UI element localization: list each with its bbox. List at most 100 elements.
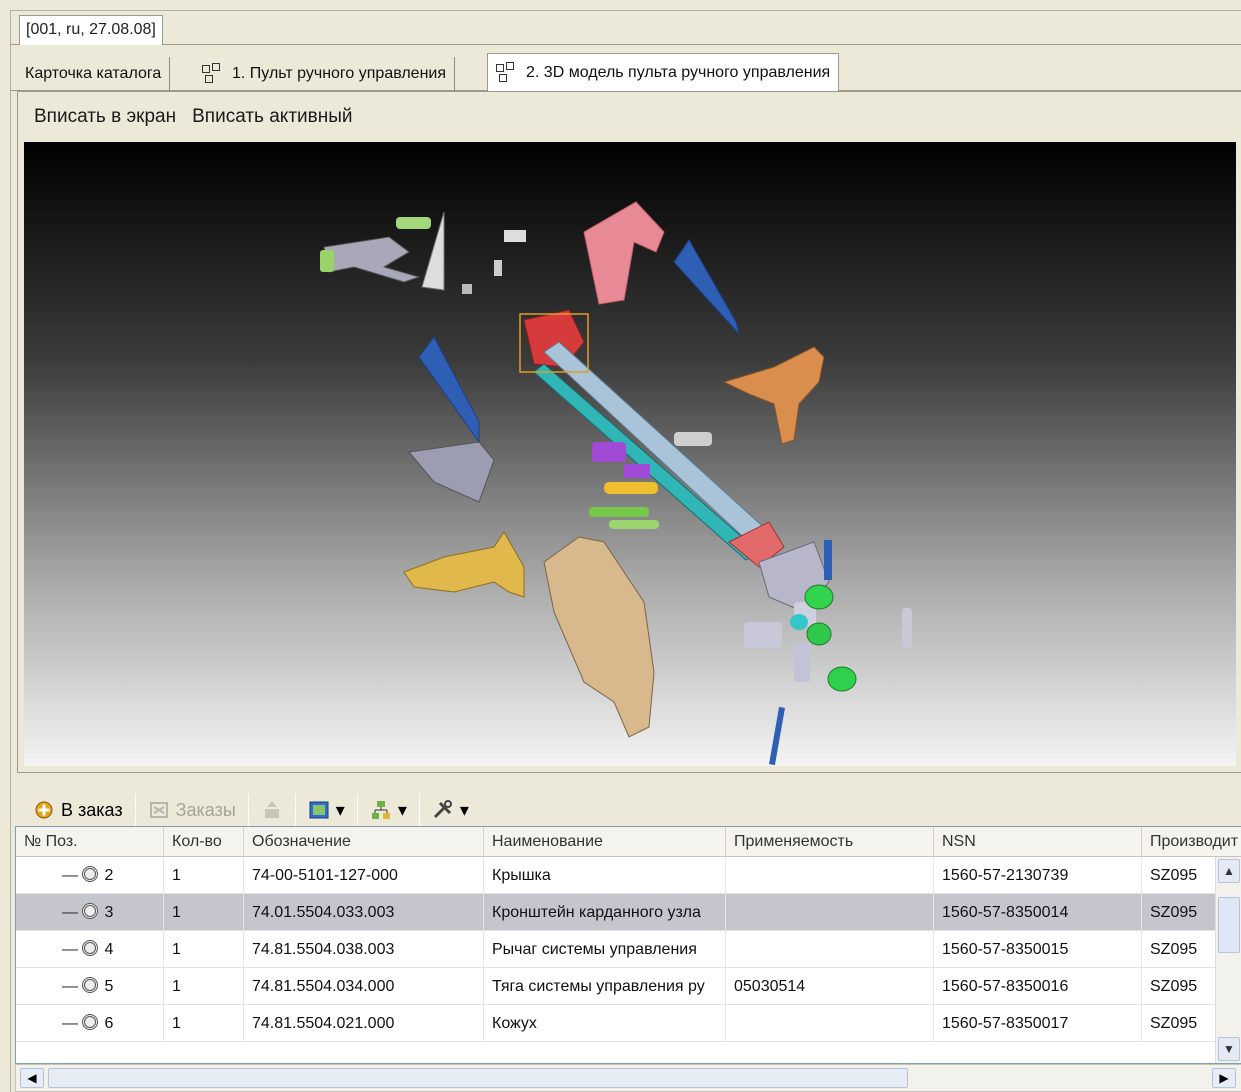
horizontal-scrollbar[interactable]: ◀ ▶ xyxy=(15,1064,1241,1092)
model-part xyxy=(824,540,832,580)
tree-connector: — xyxy=(62,1015,83,1032)
tree-up-icon xyxy=(264,801,279,818)
model-part xyxy=(408,441,495,503)
name-cell: Кронштейн карданного узла xyxy=(484,894,726,931)
nsn-cell: 1560-57-8350016 xyxy=(934,968,1142,1005)
nsn-cell: 1560-57-2130739 xyxy=(934,857,1142,894)
tools-dropdown-button[interactable]: ▾ xyxy=(426,793,475,827)
applicability-cell xyxy=(726,894,934,931)
tab-label: 2. 3D модель пульта ручного управления xyxy=(526,63,831,81)
scroll-up-button[interactable]: ▲ xyxy=(1218,859,1240,883)
add-to-order-button[interactable]: В заказ xyxy=(27,793,129,827)
manufacturer-cell: SZ095 xyxy=(1142,931,1222,968)
model-part xyxy=(722,346,825,445)
model-part xyxy=(592,442,626,462)
scroll-down-button[interactable]: ▼ xyxy=(1218,1037,1240,1061)
manufacturer-cell: SZ095 xyxy=(1142,857,1222,894)
part-gear-icon xyxy=(82,903,99,919)
model-part xyxy=(323,236,421,283)
table-row[interactable]: — 4 1 74.81.5504.038.003 Рычаг системы упра… xyxy=(16,931,1222,968)
model-part xyxy=(320,250,334,272)
table-header: № Поз. Кол-во Обозначение Наименование П… xyxy=(16,827,1241,857)
designation-cell: 74-00-5101-127-000 xyxy=(244,857,484,894)
toolbar-separator xyxy=(294,794,296,826)
column-header-applicability[interactable]: Применяемость xyxy=(726,827,934,857)
vertical-scrollbar[interactable]: ▲ ▼ xyxy=(1215,857,1241,1063)
designation-cell: 74.01.5504.033.003 xyxy=(244,894,484,931)
model-part xyxy=(494,260,502,276)
table-row[interactable]: — 3 1 74.01.5504.033.003 Кронштейн карданно… xyxy=(16,894,1222,931)
scroll-thumb[interactable] xyxy=(1218,897,1240,953)
scroll-right-button[interactable]: ▶ xyxy=(1212,1068,1236,1088)
column-header-nsn[interactable]: NSN xyxy=(934,827,1142,857)
model-part xyxy=(794,642,810,682)
designation-cell: 74.81.5504.034.000 xyxy=(244,968,484,1005)
toolbar-separator xyxy=(418,794,420,826)
model-part xyxy=(674,432,712,446)
model-part xyxy=(902,608,912,648)
toolbar-separator xyxy=(134,794,136,826)
model-part xyxy=(804,584,834,610)
structure-dropdown-button[interactable]: ▾ xyxy=(364,793,413,827)
nsn-cell: 1560-57-8350017 xyxy=(934,1005,1142,1042)
horizontal-scroll-thumb[interactable] xyxy=(48,1068,908,1088)
qty-cell: 1 xyxy=(164,931,244,968)
tree-connector: — xyxy=(62,867,83,884)
model-part xyxy=(403,531,525,598)
pos-value: 5 xyxy=(104,978,114,995)
exploded-3d-model[interactable] xyxy=(24,142,1236,766)
orders-button[interactable]: Заказы xyxy=(142,793,242,827)
model-part xyxy=(462,284,472,294)
pos-cell: — 6 xyxy=(16,1005,164,1042)
3d-viewport[interactable] xyxy=(24,142,1236,766)
table-row[interactable]: — 6 1 74.81.5504.021.000 Кожух 1560-57-83500… xyxy=(16,1005,1222,1042)
pos-cell: — 4 xyxy=(16,931,164,968)
nsn-cell: 1560-57-8350015 xyxy=(934,931,1142,968)
applicability-cell: 05030514 xyxy=(726,968,934,1005)
app-window: [001, ru, 27.08.08] Карточка каталога 1.… xyxy=(10,10,1241,1092)
parts-table[interactable]: № Поз. Кол-во Обозначение Наименование П… xyxy=(15,826,1241,1064)
tools-icon xyxy=(433,800,452,819)
tree-connector: — xyxy=(62,904,83,921)
designation-cell: 74.81.5504.021.000 xyxy=(244,1005,484,1042)
pos-value: 6 xyxy=(104,1015,114,1032)
scroll-left-button[interactable]: ◀ xyxy=(20,1068,44,1088)
orders-label: Заказы xyxy=(175,799,236,820)
column-header-pos[interactable]: № Поз. xyxy=(16,827,164,857)
toolbar-separator xyxy=(356,794,358,826)
image-dropdown-button[interactable]: ▾ xyxy=(302,793,351,827)
name-cell: Рычаг системы управления xyxy=(484,931,726,968)
tab-3d-model[interactable]: 2. 3D модель пульта ручного управления xyxy=(487,53,840,92)
model-part xyxy=(533,363,760,561)
tree-connector: — xyxy=(62,978,83,995)
column-header-manufacturer[interactable]: Производит xyxy=(1142,827,1241,857)
tree-up-button[interactable] xyxy=(255,793,289,827)
column-header-name[interactable]: Наименование xyxy=(484,827,726,857)
fit-active-button[interactable]: Вписать активный xyxy=(192,106,352,128)
column-header-qty[interactable]: Кол-во xyxy=(164,827,244,857)
qty-cell: 1 xyxy=(164,894,244,931)
view-toolbar: Вписать в экран Вписать активный xyxy=(18,92,1241,142)
model-panel: Вписать в экран Вписать активный xyxy=(17,91,1241,773)
column-header-designation[interactable]: Обозначение xyxy=(244,827,484,857)
document-tab[interactable]: [001, ru, 27.08.08] xyxy=(19,15,163,45)
part-gear-icon xyxy=(82,866,99,882)
document-tabbar: [001, ru, 27.08.08] xyxy=(11,11,1241,45)
pos-cell: — 3 xyxy=(16,894,164,931)
name-cell: Тяга системы управления ру xyxy=(484,968,726,1005)
pos-cell: — 5 xyxy=(16,968,164,1005)
table-row[interactable]: — 2 1 74-00-5101-127-000 Крышка 1560-57-2130… xyxy=(16,857,1222,894)
nsn-cell: 1560-57-8350014 xyxy=(934,894,1142,931)
model-part xyxy=(827,666,857,692)
manufacturer-cell: SZ095 xyxy=(1142,1005,1222,1042)
chevron-down-icon: ▾ xyxy=(459,799,469,820)
part-gear-icon xyxy=(82,977,99,993)
fit-screen-button[interactable]: Вписать в экран xyxy=(34,106,176,128)
qty-cell: 1 xyxy=(164,968,244,1005)
table-row[interactable]: — 5 1 74.81.5504.034.000 Тяга системы управ… xyxy=(16,968,1222,1005)
pos-value: 4 xyxy=(104,941,114,958)
qty-cell: 1 xyxy=(164,857,244,894)
tab-catalog-card[interactable]: Карточка каталога xyxy=(17,57,171,91)
tab-manual-console[interactable]: 1. Пульт ручного управления xyxy=(194,57,456,91)
part-gear-icon xyxy=(82,940,99,956)
